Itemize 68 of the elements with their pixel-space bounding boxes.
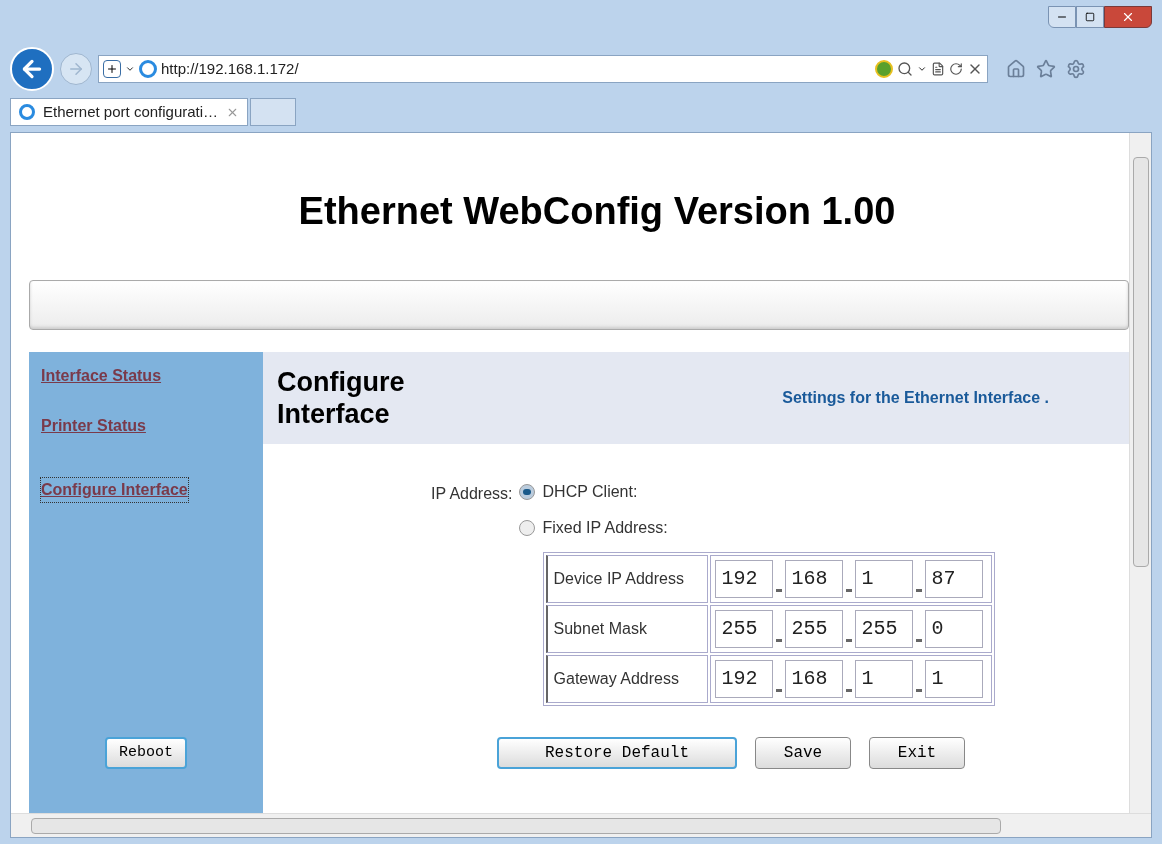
home-icon[interactable] xyxy=(1006,59,1026,79)
row-label: Gateway Address xyxy=(545,655,708,703)
dot-separator xyxy=(775,588,782,592)
octet-field[interactable]: 192 xyxy=(714,560,773,598)
address-text: http://192.168.1.172/ xyxy=(161,58,300,79)
dot-separator xyxy=(775,638,782,642)
row-label: Subnet Mask xyxy=(545,605,708,653)
octet-field[interactable]: 255 xyxy=(854,610,913,648)
page-icon xyxy=(931,62,945,76)
search-icon xyxy=(897,61,913,77)
section-description: Settings for the Ethernet Interface . xyxy=(782,388,1049,408)
radio-button[interactable] xyxy=(518,484,535,500)
browser-tab[interactable]: Ethernet port configurati… xyxy=(10,98,249,126)
horizontal-scrollbar[interactable] xyxy=(11,813,1151,837)
dot-separator xyxy=(915,638,922,642)
maximize-button[interactable] xyxy=(1076,6,1104,28)
dropdown-caret-icon xyxy=(125,64,135,74)
scroll-thumb[interactable] xyxy=(31,817,1001,834)
browser-logo-icon xyxy=(139,60,157,78)
reboot-button[interactable]: Reboot xyxy=(105,736,187,769)
row-label: Device IP Address xyxy=(545,555,708,603)
forward-button[interactable] xyxy=(60,53,92,85)
new-tab-button[interactable] xyxy=(250,98,297,126)
radio-label: Fixed IP Address: xyxy=(542,518,668,538)
settings-icon[interactable] xyxy=(1066,59,1086,79)
octet-field[interactable]: 255 xyxy=(784,610,843,648)
octet-field[interactable]: 168 xyxy=(784,660,843,698)
tab-title: Ethernet port configurati… xyxy=(43,101,219,122)
octet-field[interactable]: 1 xyxy=(924,660,983,698)
browser-logo-icon xyxy=(19,104,35,120)
page-title: Ethernet WebConfig Version 1.00 xyxy=(297,189,897,234)
shield-icon xyxy=(103,60,121,78)
sidebar-link[interactable]: Interface Status xyxy=(41,364,162,388)
dot-separator xyxy=(915,588,922,592)
ip-address-label: IP Address: xyxy=(431,484,513,504)
close-button[interactable] xyxy=(1104,6,1152,28)
forward-arrow-icon xyxy=(67,60,85,78)
dot-separator xyxy=(775,688,782,692)
address-bar[interactable]: http://192.168.1.172/ xyxy=(98,55,988,83)
octet-field[interactable]: 87 xyxy=(924,560,983,598)
octet-field[interactable]: 168 xyxy=(784,560,843,598)
radio-button[interactable] xyxy=(518,520,535,536)
dot-separator xyxy=(915,688,922,692)
refresh-icon xyxy=(949,62,963,76)
action-button[interactable]: Exit xyxy=(869,737,965,769)
action-button[interactable]: Save xyxy=(755,737,851,769)
section-title: Configure Interface xyxy=(277,366,406,430)
scroll-thumb[interactable] xyxy=(1132,157,1149,567)
octet-field[interactable]: 0 xyxy=(924,610,983,648)
favorites-icon[interactable] xyxy=(1036,59,1056,79)
dot-separator xyxy=(845,588,852,592)
minimize-button[interactable] xyxy=(1048,6,1076,28)
octet-field[interactable]: 1 xyxy=(854,560,913,598)
octet-field[interactable]: 255 xyxy=(714,610,773,648)
compatibility-icon xyxy=(875,60,893,78)
back-button[interactable] xyxy=(10,47,54,91)
octet-field[interactable]: 192 xyxy=(714,660,773,698)
dot-separator xyxy=(845,688,852,692)
action-button[interactable]: Restore Default xyxy=(497,737,737,769)
octet-field[interactable]: 1 xyxy=(854,660,913,698)
maximize-icon xyxy=(1085,12,1095,22)
search-caret-icon xyxy=(917,64,927,74)
close-icon xyxy=(1121,10,1135,24)
vertical-scrollbar[interactable] xyxy=(1129,133,1151,813)
dot-separator xyxy=(845,638,852,642)
radio-label: DHCP Client: xyxy=(542,482,638,502)
sidebar-link[interactable]: Printer Status xyxy=(41,414,146,438)
sidebar-link[interactable]: Configure Interface xyxy=(41,478,188,502)
